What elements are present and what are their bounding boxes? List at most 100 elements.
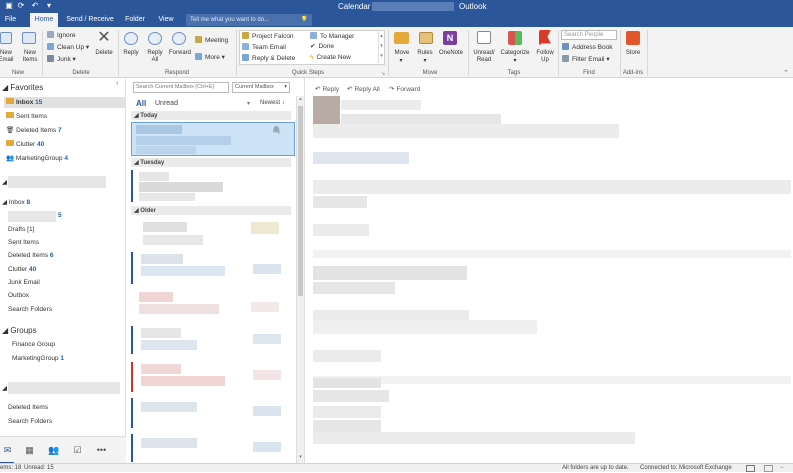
fav-sent-items[interactable]: Sent Items (6, 112, 47, 122)
tab-file[interactable]: File (0, 13, 21, 27)
search-scope-dropdown[interactable]: Current Mailbox ▾ (232, 82, 290, 93)
message-row[interactable] (131, 252, 295, 284)
fav-clutter[interactable]: Clutter 40 (6, 140, 44, 150)
folder-outbox[interactable]: Outbox (8, 291, 29, 301)
second-search-folders[interactable]: Search Folders (8, 417, 52, 427)
scroll-down-icon[interactable]: ▾ (297, 454, 304, 460)
junk-button[interactable]: Junk ▾ (47, 55, 76, 64)
message-row[interactable] (131, 220, 295, 248)
mail-icon[interactable]: ✉ (2, 445, 13, 456)
folder-clutter[interactable]: Clutter 40 (8, 265, 36, 275)
collapse-pane-icon[interactable]: ‹ (116, 80, 118, 87)
reply-all-button[interactable]: Reply All (145, 50, 165, 64)
move-dropdown-icon[interactable]: ▾ (395, 58, 407, 65)
undo-icon[interactable]: ↶ (30, 1, 40, 11)
fav-inbox-label: Inbox (16, 99, 34, 106)
message-list-scrollbar[interactable]: ▴ ▾ (296, 96, 304, 463)
unread-read-button[interactable]: Unread/ Read (470, 50, 498, 64)
qs-team-email[interactable]: Team Email (242, 43, 286, 52)
favorites-header[interactable]: ◢ Favorites (2, 83, 43, 93)
clean-up-button[interactable]: Clean Up ▾ (47, 43, 89, 52)
search-people-input[interactable]: Search People (561, 30, 617, 40)
reply-button[interactable]: Reply (120, 50, 142, 57)
reading-view-icon[interactable] (764, 465, 773, 472)
forward-button[interactable]: Forward (167, 50, 193, 57)
message-row[interactable] (131, 434, 295, 462)
ignore-button[interactable]: Ignore (47, 31, 75, 40)
group-new-label: New (11, 70, 24, 76)
meeting-button[interactable]: Meeting (195, 36, 228, 45)
filter-dropdown-icon[interactable]: ▾ (247, 100, 250, 107)
message-row[interactable] (131, 170, 295, 202)
rules-dropdown-icon[interactable]: ▾ (419, 58, 431, 65)
move-button[interactable]: Move (391, 50, 413, 57)
tab-view[interactable]: View (153, 13, 179, 27)
collapse-ribbon-icon[interactable]: ⌃ (783, 69, 789, 77)
account-expander-icon[interactable]: ◢ (2, 178, 7, 188)
delete-button[interactable]: Delete (93, 50, 115, 57)
fav-deleted-items[interactable]: 🗑 Deleted Items 7 (6, 126, 62, 136)
message-row-selected[interactable]: 🖇 (131, 122, 295, 156)
group-separator (388, 30, 389, 76)
reading-reply-all-button[interactable]: ↶ Reply All (347, 86, 380, 94)
filter-unread[interactable]: Unread (155, 100, 178, 107)
folder-search-folders[interactable]: Search Folders (8, 305, 52, 315)
delete-icon: ✕ (97, 29, 111, 46)
redacted-subject (139, 182, 223, 192)
filter-all[interactable]: All (136, 99, 146, 108)
message-row[interactable] (131, 290, 295, 322)
dialog-launcher-icon[interactable]: ↘ (381, 71, 385, 77)
groups-header[interactable]: ◢ Groups (2, 326, 37, 336)
redacted-subject (136, 136, 231, 145)
second-account-expander-icon[interactable]: ◢ (2, 384, 7, 394)
save-icon[interactable]: ▣ (4, 1, 14, 11)
tab-folder[interactable]: Folder (121, 13, 149, 27)
new-email-button[interactable]: New Email (0, 50, 15, 64)
new-items-button[interactable]: New Items (18, 50, 42, 64)
sort-dropdown[interactable]: Newest ↓ (260, 100, 285, 106)
message-row-flagged[interactable] (131, 362, 295, 392)
message-row[interactable] (131, 326, 295, 354)
second-deleted-items[interactable]: Deleted Items (8, 403, 48, 413)
follow-up-button[interactable]: Follow Up (534, 50, 556, 64)
reading-forward-button[interactable]: ↷ Forward (389, 86, 420, 94)
qs-to-manager[interactable]: To Manager (310, 32, 354, 41)
group-finance[interactable]: Finance Group (12, 340, 55, 350)
qs-done[interactable]: ✔ Done (310, 43, 334, 51)
more-modules-icon[interactable]: ••• (96, 445, 107, 456)
folder-drafts[interactable]: Drafts [1] (8, 225, 34, 235)
rules-button[interactable]: Rules (414, 50, 436, 57)
onenote-button[interactable]: OneNote (436, 50, 466, 57)
scroll-thumb[interactable] (298, 106, 303, 296)
filter-email-button[interactable]: Filter Email ▾ (562, 55, 610, 64)
tell-me-box[interactable]: Tell me what you want to do... 💡 (186, 14, 312, 26)
tab-home[interactable]: Home (30, 13, 58, 27)
categorize-button[interactable]: Categorize (497, 50, 533, 57)
inbox-folder[interactable]: ◢ Inbox 8 (2, 198, 30, 208)
categorize-dropdown-icon[interactable]: ▾ (509, 58, 521, 65)
reading-reply-button[interactable]: ↶ Reply (315, 86, 339, 94)
send-receive-icon[interactable]: ⟳ (16, 1, 26, 11)
message-row[interactable] (131, 398, 295, 428)
qs-reply-delete[interactable]: Reply & Delete (242, 54, 295, 63)
group-marketing[interactable]: MarketingGroup 1 (12, 354, 64, 364)
store-button[interactable]: Store (622, 50, 644, 57)
calendar-icon[interactable]: ▦ (24, 445, 35, 456)
normal-view-icon[interactable] (746, 465, 755, 472)
scroll-up-icon[interactable]: ▴ (297, 96, 304, 102)
qs-create-new[interactable]: ϟ Create New (310, 54, 351, 62)
folder-sent[interactable]: Sent Items (8, 238, 39, 248)
tasks-icon[interactable]: ☑ (72, 445, 83, 456)
address-book-button[interactable]: Address Book (562, 43, 612, 52)
more-respond-button[interactable]: More ▾ (195, 53, 225, 62)
customize-quick-access-icon[interactable]: ▾ (44, 1, 54, 11)
folder-junk[interactable]: Junk Email (8, 278, 40, 288)
qs-project-falcon[interactable]: Project Falcon (242, 32, 294, 41)
people-icon[interactable]: 👥 (48, 445, 59, 456)
tab-send-receive[interactable]: Send / Receive (63, 13, 117, 27)
search-mailbox-input[interactable]: Search Current Mailbox (Ctrl+E) (133, 82, 229, 93)
quick-steps-scroll[interactable]: ▴ ▾ ▾ (378, 31, 384, 63)
fav-inbox[interactable]: Inbox 15 (6, 98, 42, 108)
fav-marketing-group[interactable]: 👥 MarketingGroup 4 (6, 154, 68, 164)
folder-deleted[interactable]: Deleted Items 6 (8, 251, 54, 261)
